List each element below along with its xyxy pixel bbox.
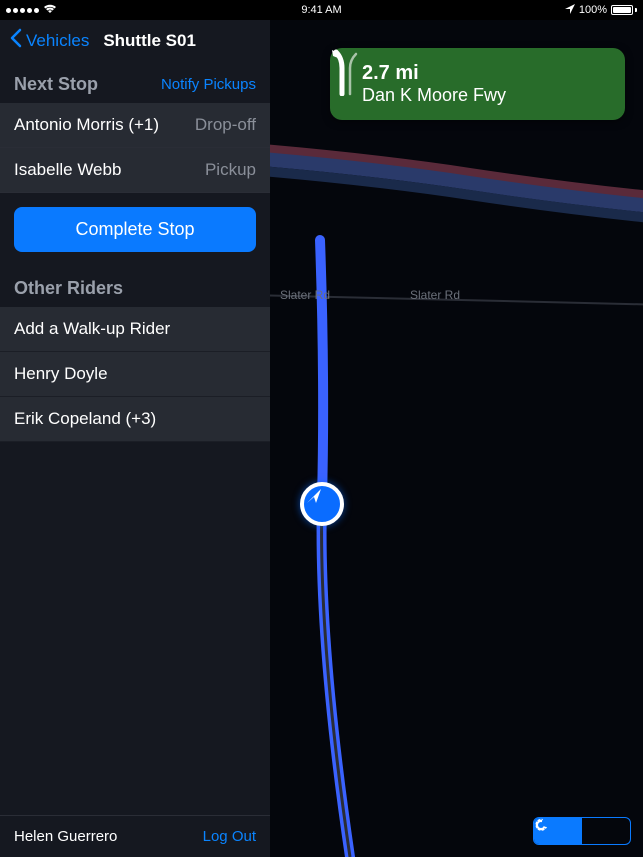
notify-pickups-button[interactable]: Notify Pickups (161, 76, 256, 93)
day-mode-button[interactable] (582, 818, 630, 844)
next-stop-header: Next Stop Notify Pickups (0, 62, 270, 103)
direction-road: Dan K Moore Fwy (362, 85, 506, 106)
rider-name: Henry Doyle (14, 364, 108, 384)
map-view[interactable]: Slater Rd Slater Rd 2.7 mi Dan K Moore F… (270, 20, 643, 857)
sidebar: Vehicles Shuttle S01 Next Stop Notify Pi… (0, 20, 270, 857)
location-icon (565, 4, 575, 17)
row-label: Add a Walk-up Rider (14, 319, 170, 339)
rider-tag: Pickup (205, 160, 256, 180)
status-bar: 9:41 AM 100% (0, 0, 643, 20)
nav-header: Vehicles Shuttle S01 (0, 20, 270, 62)
signal-indicator (6, 3, 57, 17)
back-button[interactable]: Vehicles (26, 31, 89, 51)
rider-row[interactable]: Antonio Morris (+1) Drop-off (0, 103, 270, 148)
sidebar-footer: Helen Guerrero Log Out (0, 815, 270, 857)
rider-name: Antonio Morris (+1) (14, 115, 159, 135)
other-riders-header: Other Riders (0, 266, 270, 307)
current-location-marker[interactable] (300, 482, 344, 526)
location-arrow-icon (304, 486, 324, 506)
add-walkup-button[interactable]: Add a Walk-up Rider (0, 307, 270, 352)
direction-banner[interactable]: 2.7 mi Dan K Moore Fwy (330, 48, 625, 120)
road-label: Slater Rd (410, 288, 460, 302)
rider-name: Isabelle Webb (14, 160, 121, 180)
rider-name: Erik Copeland (+3) (14, 409, 156, 429)
rider-row[interactable]: Isabelle Webb Pickup (0, 148, 270, 193)
section-title: Other Riders (14, 278, 123, 299)
rider-row[interactable]: Erik Copeland (+3) (0, 397, 270, 442)
page-title: Shuttle S01 (103, 31, 196, 51)
driver-name: Helen Guerrero (14, 828, 117, 845)
road-label: Slater Rd (280, 288, 330, 302)
day-night-toggle[interactable] (533, 817, 631, 845)
map-roads-icon (270, 20, 643, 857)
rider-row[interactable]: Henry Doyle (0, 352, 270, 397)
section-title: Next Stop (14, 74, 98, 95)
logout-button[interactable]: Log Out (203, 828, 256, 845)
status-time: 9:41 AM (301, 4, 341, 16)
complete-stop-button[interactable]: Complete Stop (14, 207, 256, 252)
back-chevron-icon[interactable] (10, 28, 22, 54)
battery-percent: 100% (579, 4, 607, 16)
direction-distance: 2.7 mi (362, 62, 506, 85)
battery-icon (611, 5, 637, 15)
rider-tag: Drop-off (195, 115, 256, 135)
wifi-icon (43, 3, 57, 17)
